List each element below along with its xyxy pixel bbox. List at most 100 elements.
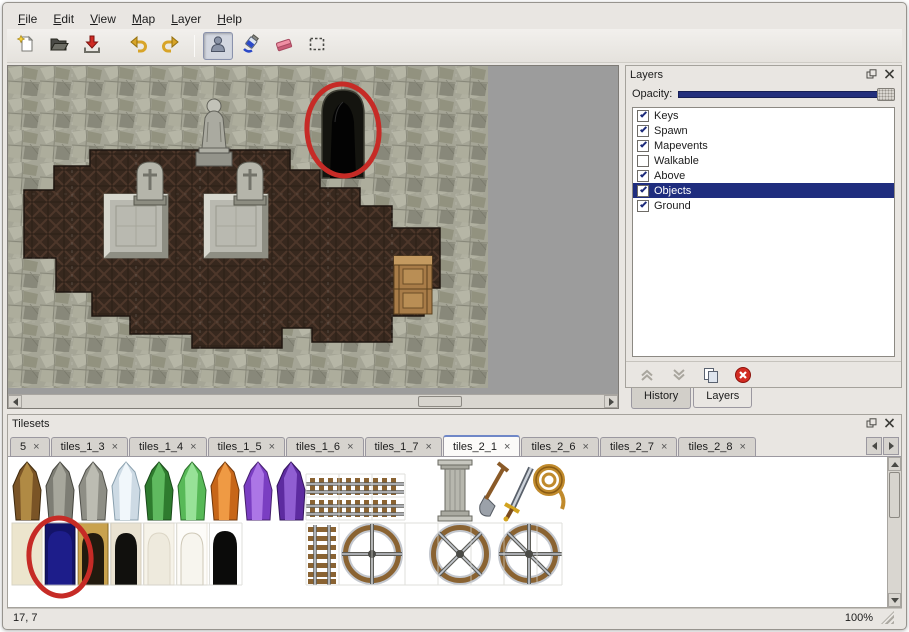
tileset-tab-label: tiles_2_6 — [531, 441, 575, 453]
layer-row-mapevents[interactable]: Mapevents — [633, 138, 894, 153]
fill-tool-button[interactable] — [236, 32, 266, 60]
tab-close-icon[interactable]: × — [33, 442, 39, 453]
tab-close-icon[interactable]: × — [347, 442, 353, 453]
tab-layers[interactable]: Layers — [693, 388, 752, 408]
opacity-slider-track[interactable] — [678, 91, 893, 98]
tileset-tab-label: tiles_1_7 — [375, 441, 419, 453]
layer-visibility-checkbox[interactable] — [637, 110, 649, 122]
tab-close-icon[interactable]: × — [504, 442, 510, 453]
layer-row-ground[interactable]: Ground — [633, 198, 894, 213]
scroll-down-button[interactable] — [888, 593, 901, 607]
resize-grip[interactable] — [881, 611, 894, 624]
menu-item-view[interactable]: View — [83, 10, 123, 28]
tabs-scroll-left-button[interactable] — [866, 437, 882, 455]
tab-close-icon[interactable]: × — [583, 442, 589, 453]
layer-visibility-checkbox[interactable] — [637, 155, 649, 167]
float-panel-button[interactable] — [864, 418, 879, 431]
menu-item-layer[interactable]: Layer — [164, 10, 208, 28]
select-tool-button[interactable] — [302, 32, 332, 60]
layer-visibility-checkbox[interactable] — [637, 200, 649, 212]
layer-row-spawn[interactable]: Spawn — [633, 123, 894, 138]
layer-visibility-checkbox[interactable] — [637, 170, 649, 182]
delete-layer-button[interactable] — [734, 366, 752, 384]
scroll-track[interactable] — [22, 395, 604, 408]
close-panel-button[interactable] — [882, 418, 897, 431]
menu-item-help[interactable]: Help — [210, 10, 249, 28]
layer-row-objects[interactable]: Objects — [633, 183, 894, 198]
tileset-tab-tiles_1_6[interactable]: tiles_1_6× — [286, 437, 363, 456]
layers-list: KeysSpawnMapeventsWalkableAboveObjectsGr… — [632, 107, 895, 357]
tab-close-icon[interactable]: × — [190, 442, 196, 453]
tileset-tab-tiles_1_7[interactable]: tiles_1_7 × — [365, 437, 442, 456]
opacity-slider[interactable] — [678, 87, 895, 101]
layer-row-keys[interactable]: Keys — [633, 108, 894, 123]
map-view — [7, 65, 619, 409]
doorway-figure-sprite — [322, 90, 364, 178]
tile-rock-gray-light — [79, 462, 107, 520]
tileset-tab-tiles_2_7[interactable]: tiles_2_7× — [600, 437, 677, 456]
checkmark-icon — [639, 141, 646, 148]
map-area — [8, 66, 618, 394]
scroll-left-button[interactable] — [8, 395, 22, 408]
tileset-tab-5[interactable]: 5× — [10, 437, 50, 456]
redo-arrow-icon — [161, 34, 181, 57]
tab-history[interactable]: History — [631, 388, 691, 409]
tabs-scroll-right-button[interactable] — [883, 437, 899, 455]
tileset-canvas[interactable] — [8, 457, 878, 603]
tile-rock-ice — [112, 462, 140, 520]
float-panel-button[interactable] — [864, 69, 879, 82]
tileset-tab-label: tiles_1_3 — [61, 441, 105, 453]
layer-visibility-checkbox[interactable] — [637, 185, 649, 197]
layers-panel-header: Layers — [626, 66, 901, 84]
tile-rail-turntable-diagonal — [430, 524, 490, 584]
menu-item-map[interactable]: Map — [125, 10, 162, 28]
tab-close-icon[interactable]: × — [661, 442, 667, 453]
checkmark-icon — [639, 171, 646, 178]
tile-crystal-purple — [244, 462, 272, 520]
move-layer-down-button[interactable] — [670, 366, 688, 384]
scroll-up-button[interactable] — [888, 457, 901, 471]
tileset-body — [8, 457, 901, 607]
eraser-tool-button[interactable] — [269, 32, 299, 60]
close-panel-button[interactable] — [882, 69, 897, 82]
app-window: FileEditViewMapLayerHelp — [2, 2, 907, 630]
scroll-thumb[interactable] — [889, 472, 900, 518]
tile-rail-turntable-cross — [499, 524, 562, 584]
layer-row-above[interactable]: Above — [633, 168, 894, 183]
tab-close-icon[interactable]: × — [739, 442, 745, 453]
tile-rope-coil — [536, 467, 563, 509]
layer-visibility-checkbox[interactable] — [637, 125, 649, 137]
tileset-tab-tiles_2_1[interactable]: tiles_2_1× — [443, 435, 520, 456]
tab-close-icon[interactable]: × — [112, 442, 118, 453]
save-button[interactable] — [77, 32, 107, 60]
tileset-tab-tiles_2_6[interactable]: tiles_2_6 × — [521, 437, 598, 456]
duplicate-layer-button[interactable] — [702, 366, 720, 384]
move-layer-up-button[interactable] — [638, 366, 656, 384]
crate-sprite — [394, 256, 432, 314]
map-canvas[interactable] — [8, 66, 488, 388]
layer-row-walkable[interactable]: Walkable — [633, 153, 894, 168]
tileset-tab-tiles_1_4[interactable]: tiles_1_4× — [129, 437, 206, 456]
scroll-right-button[interactable] — [604, 395, 618, 408]
tilesets-panel-title: Tilesets — [12, 418, 50, 430]
tileset-tab-tiles_2_8[interactable]: tiles_2_8× — [678, 437, 755, 456]
map-horizontal-scrollbar[interactable] — [8, 394, 618, 408]
scroll-track[interactable] — [888, 519, 901, 593]
opacity-slider-handle[interactable] — [877, 88, 895, 101]
new-button[interactable] — [11, 32, 41, 60]
tab-close-icon[interactable]: × — [269, 442, 275, 453]
tileset-vertical-scrollbar[interactable] — [887, 457, 901, 607]
scroll-thumb[interactable] — [418, 396, 462, 407]
tileset-tab-tiles_1_5[interactable]: tiles_1_5× — [208, 437, 285, 456]
redo-button[interactable] — [156, 32, 186, 60]
layer-visibility-checkbox[interactable] — [637, 140, 649, 152]
open-button[interactable] — [44, 32, 74, 60]
menu-item-file[interactable]: File — [11, 10, 44, 28]
place-object-tool-button[interactable] — [203, 32, 233, 60]
cursor-coordinates: 17, 7 — [13, 612, 37, 624]
menu-item-edit[interactable]: Edit — [46, 10, 81, 28]
undo-button[interactable] — [123, 32, 153, 60]
tile-rock-gray — [46, 462, 74, 520]
tab-close-icon[interactable]: × — [426, 442, 432, 453]
tileset-tab-tiles_1_3[interactable]: tiles_1_3 × — [51, 437, 128, 456]
